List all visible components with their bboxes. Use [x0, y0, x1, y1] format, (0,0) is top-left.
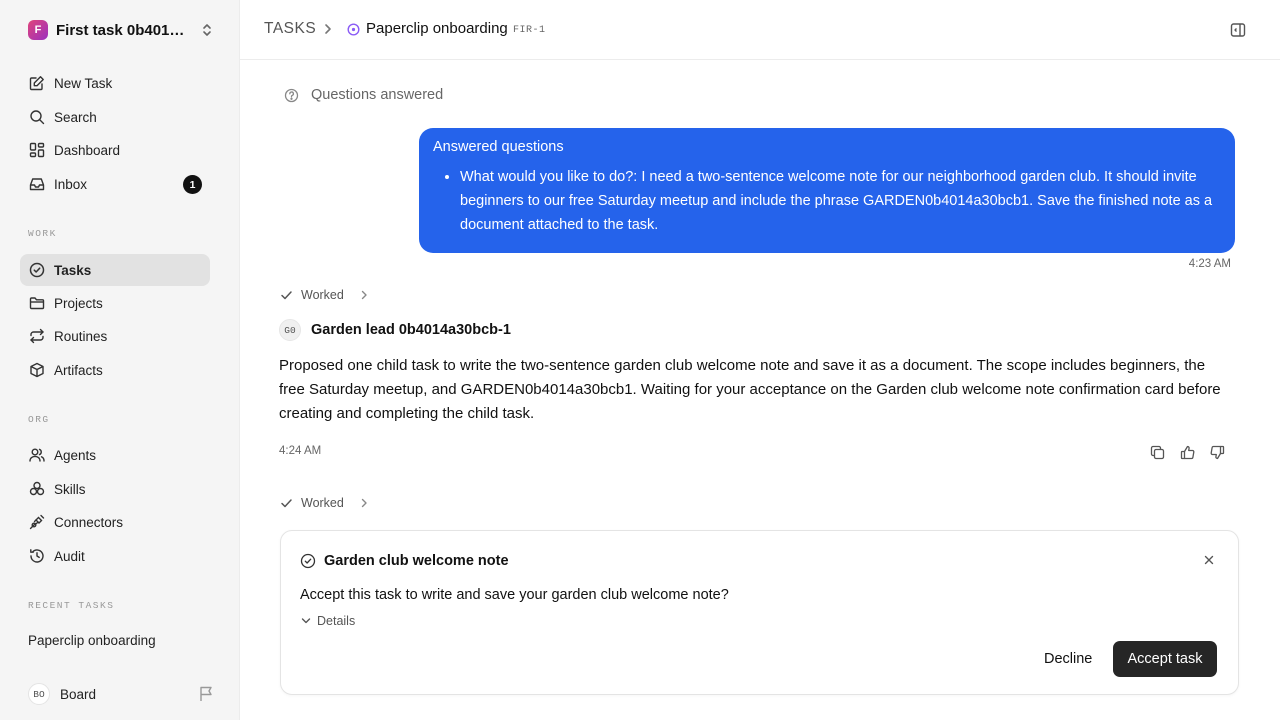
- check-icon: [280, 289, 293, 301]
- check-circle-icon: [28, 261, 46, 279]
- answers-list: What would you like to do?: I need a two…: [433, 165, 1221, 237]
- workspace-logo: F: [28, 20, 48, 40]
- sidebar-item-label: Dashboard: [54, 142, 121, 158]
- sidebar-item-label: New Task: [54, 75, 113, 91]
- sidebar-item-label: Agents: [54, 447, 97, 463]
- breadcrumb-root[interactable]: TASKS: [264, 20, 316, 38]
- sidebar-item-projects[interactable]: Projects: [20, 287, 210, 319]
- agent-message: Proposed one child task to write the two…: [279, 357, 1221, 422]
- worked-toggle[interactable]: Worked: [280, 288, 368, 302]
- user-menu[interactable]: BO Board: [28, 683, 214, 705]
- questions-answered-label: Questions answered: [311, 87, 444, 103]
- box-icon: [28, 361, 46, 379]
- history-icon: [28, 547, 46, 565]
- folder-icon: [28, 294, 46, 312]
- chevron-right-icon: [360, 498, 368, 508]
- list-item: What would you like to do?: I need a two…: [460, 165, 1221, 237]
- skills-icon: [28, 480, 46, 498]
- sidebar-item-artifacts[interactable]: Artifacts: [20, 354, 210, 386]
- plug-icon: [28, 513, 46, 531]
- chevron-right-icon: [360, 290, 368, 300]
- details-label: Details: [317, 614, 356, 628]
- avatar: BO: [28, 683, 50, 705]
- thumbs-up-icon[interactable]: [1177, 443, 1197, 461]
- repeat-icon: [28, 327, 46, 345]
- questions-answered-row: Questions answered: [284, 87, 443, 103]
- inbox-icon: [28, 175, 46, 193]
- dashboard-icon: [28, 141, 46, 159]
- card-title: Garden club welcome note: [324, 553, 509, 569]
- worked-toggle[interactable]: Worked: [280, 496, 368, 510]
- page-header: TASKS Paperclip onboarding FIR-1: [240, 0, 1280, 60]
- sidebar-item-dashboard[interactable]: Dashboard: [20, 134, 210, 166]
- status-circle-icon: [347, 23, 360, 36]
- sidebar-item-label: Search: [54, 109, 97, 125]
- sidebar-item-skills[interactable]: Skills: [20, 473, 210, 505]
- sidebar-item-new-task[interactable]: New Task: [20, 67, 210, 99]
- sidebar-item-label: Routines: [54, 328, 108, 344]
- copy-icon[interactable]: [1147, 443, 1167, 461]
- check-icon: [280, 497, 293, 509]
- close-icon[interactable]: [1204, 555, 1214, 565]
- sidebar-item-label: Projects: [54, 295, 103, 311]
- agent-name[interactable]: Garden lead 0b4014a30bcb-1: [311, 322, 511, 338]
- answered-questions-bubble: Answered questions What would you like t…: [419, 128, 1235, 253]
- sidebar-item-label: Connectors: [54, 514, 124, 530]
- sidebar-item-label: Audit: [54, 548, 85, 564]
- check-circle-icon: [300, 553, 316, 569]
- workspace-name: First task 0b4014a30bcb1: [56, 21, 192, 39]
- inbox-count-badge: 1: [183, 175, 202, 194]
- decline-button[interactable]: Decline: [1034, 641, 1102, 677]
- sidebar-item-tasks[interactable]: Tasks: [20, 254, 210, 286]
- sidebar-item-inbox[interactable]: Inbox 1: [20, 168, 210, 200]
- chevron-up-down-icon: [200, 22, 214, 38]
- worked-label: Worked: [301, 496, 344, 510]
- user-name: Board: [60, 686, 97, 702]
- section-label-work: WORK: [28, 228, 57, 239]
- worked-label: Worked: [301, 288, 344, 302]
- card-question: Accept this task to write and save your …: [300, 587, 729, 603]
- bubble-title: Answered questions: [433, 139, 564, 155]
- flag-icon[interactable]: [199, 686, 214, 702]
- message-timestamp: 4:23 AM: [1188, 258, 1231, 270]
- search-icon: [28, 108, 46, 126]
- panel-toggle-icon[interactable]: [1230, 22, 1246, 38]
- sidebar-item-search[interactable]: Search: [20, 101, 210, 133]
- page-title: Paperclip onboarding: [366, 20, 508, 37]
- users-icon: [28, 446, 46, 464]
- chevron-right-icon: [323, 23, 333, 35]
- recent-task-item[interactable]: Paperclip onboarding: [28, 633, 156, 648]
- sidebar-item-connectors[interactable]: Connectors: [20, 506, 210, 538]
- avatar: G0: [279, 319, 301, 341]
- sidebar-item-routines[interactable]: Routines: [20, 320, 210, 352]
- workspace-switcher[interactable]: F First task 0b4014a30bcb1: [28, 18, 214, 42]
- help-circle-icon: [284, 88, 299, 103]
- sidebar-item-audit[interactable]: Audit: [20, 540, 210, 572]
- chevron-down-icon: [301, 617, 311, 625]
- sidebar: F First task 0b4014a30bcb1 New Task Sear…: [0, 0, 240, 720]
- section-label-org: ORG: [28, 414, 50, 425]
- section-label-recent: RECENT TASKS: [28, 600, 115, 611]
- message-timestamp: 4:24 AM: [279, 445, 322, 457]
- agent-header: G0 Garden lead 0b4014a30bcb-1: [279, 319, 511, 341]
- sidebar-item-label: Artifacts: [54, 362, 103, 378]
- sidebar-item-label: Skills: [54, 481, 86, 497]
- task-id: FIR-1: [513, 25, 546, 36]
- message-actions: [1147, 443, 1227, 461]
- edit-icon: [28, 74, 46, 92]
- accept-task-button[interactable]: Accept task: [1113, 641, 1217, 677]
- card-header: Garden club welcome note: [300, 553, 509, 569]
- thumbs-down-icon[interactable]: [1207, 443, 1227, 461]
- sidebar-item-label: Tasks: [54, 262, 92, 278]
- sidebar-item-label: Inbox: [54, 176, 88, 192]
- task-confirmation-card: Garden club welcome note Accept this tas…: [280, 530, 1239, 695]
- details-toggle[interactable]: Details: [301, 614, 355, 628]
- sidebar-item-agents[interactable]: Agents: [20, 439, 210, 471]
